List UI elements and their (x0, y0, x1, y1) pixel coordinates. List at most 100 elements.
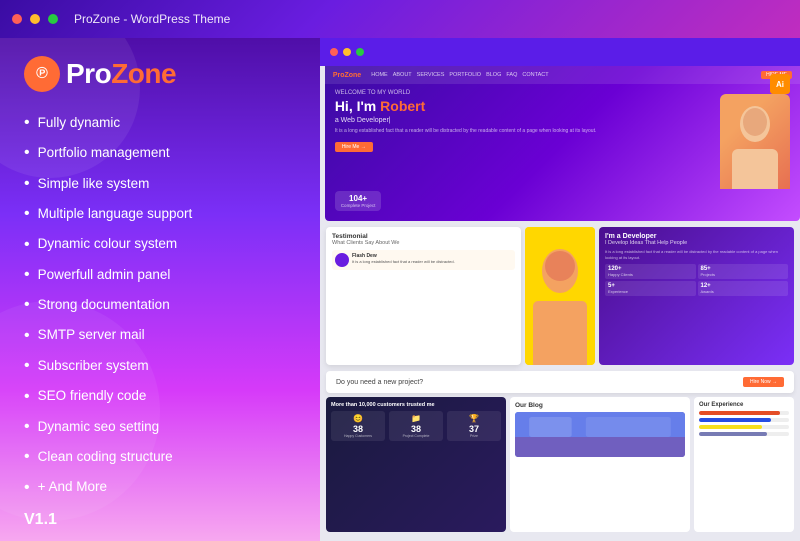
hero-section: ProZone HOME ABOUT SERVICES PORTFOLIO BL… (325, 66, 800, 221)
person-card (525, 227, 595, 365)
dev-stat-1: 85+ Projects (698, 264, 789, 279)
logo-area: ProZone (24, 56, 296, 92)
customer-stat-2: 🏆 37 Prize (447, 411, 501, 441)
person-image (720, 94, 790, 189)
project-cta-text: Do you need a new project? (336, 379, 423, 386)
blog-image (515, 412, 685, 457)
exp-fill-0 (699, 411, 780, 415)
person-face (720, 94, 790, 189)
project-cta-bar: Do you need a new project? Hire Now → (326, 371, 794, 393)
testimonial-item: Flash Dew It is a long established fact … (332, 250, 515, 270)
customer-icon-2: 🏆 (451, 414, 497, 423)
nav-home[interactable]: HOME (371, 72, 388, 78)
app-window: ProZone - WordPress Theme ProZone Fully … (0, 0, 800, 541)
list-item: Dynamic colour system (24, 230, 296, 260)
customer-label-1: Project Complete (393, 434, 439, 438)
window-titlebar: ProZone - WordPress Theme (0, 0, 800, 38)
list-item: Strong documentation (24, 290, 296, 320)
dev-card-title: I'm a Developer (605, 233, 788, 240)
list-item: Dynamic seo setting (24, 412, 296, 442)
hero-description: It is a long established fact that a rea… (335, 128, 714, 135)
nav-services[interactable]: SERVICES (417, 72, 445, 78)
exp-bar-2 (699, 425, 789, 429)
dev-stat-2: 5+ Experience (605, 281, 696, 296)
browser-min-dot (343, 48, 351, 56)
window-title: ProZone - WordPress Theme (74, 12, 230, 26)
exp-fill-2 (699, 425, 762, 429)
testimonial-heading: Testimonial (332, 233, 515, 240)
list-item: Portfolio management (24, 138, 296, 168)
avatar (335, 253, 349, 267)
dev-stats-grid: 120+ Happy Clients 85+ Projects 5+ Exper… (605, 264, 788, 296)
customer-stat-1: 📁 38 Project Complete (389, 411, 443, 441)
hero-text-block: WELCOME TO MY WORLD Hi, I'm Robert a Web… (335, 90, 714, 189)
dev-stat-0: 120+ Happy Clients (605, 264, 696, 279)
list-item: Clean coding structure (24, 442, 296, 472)
dev-card-subtitle: I Develop Ideas That Help People (605, 240, 788, 246)
hero-name: Robert (380, 98, 425, 114)
stat-num: 104+ (341, 194, 376, 203)
hero-title-prefix: Hi, I'm (335, 98, 380, 114)
browser-max-dot (356, 48, 364, 56)
version-badge: V1.1 (24, 511, 296, 529)
list-item: + And More (24, 473, 296, 503)
experience-title: Our Experience (699, 402, 789, 408)
customer-num-1: 38 (393, 424, 439, 434)
browser-close-dot (330, 48, 338, 56)
features-list: Fully dynamic Portfolio management Simpl… (24, 108, 296, 503)
right-panel: ProZone HOME ABOUT SERVICES PORTFOLIO BL… (320, 38, 800, 541)
dev-card-description: It is a long established fact that a rea… (605, 249, 788, 260)
customer-icon-0: 😊 (335, 414, 381, 423)
nav-faq[interactable]: FAQ (506, 72, 517, 78)
customer-label-2: Prize (451, 434, 497, 438)
person-svg (720, 94, 790, 189)
client-review: It is a long established fact that a rea… (352, 259, 455, 264)
preview-area: ProZone HOME ABOUT SERVICES PORTFOLIO BL… (320, 66, 800, 541)
blog-title: Our Blog (515, 402, 685, 409)
close-icon[interactable] (12, 14, 22, 24)
experience-card: Our Experience (694, 397, 794, 532)
client-info: Flash Dew It is a long established fact … (352, 253, 455, 264)
list-item: SEO friendly code (24, 382, 296, 412)
list-item: Fully dynamic (24, 108, 296, 138)
logo-icon (24, 56, 60, 92)
hero-heading: Hi, I'm Robert (335, 98, 714, 115)
maximize-icon[interactable] (48, 14, 58, 24)
hero-cta-button[interactable]: Hire Me → (335, 142, 373, 152)
hero-welcome: WELCOME TO MY WORLD (335, 90, 714, 96)
hero-stats: 104+ Complete Project (335, 191, 382, 211)
customer-num-0: 38 (335, 424, 381, 434)
hire-now-button[interactable]: Hire Now → (743, 377, 784, 387)
nav-portfolio[interactable]: PORTFOLIO (449, 72, 481, 78)
nav-about[interactable]: ABOUT (393, 72, 412, 78)
exp-fill-1 (699, 418, 771, 422)
nav-links: HOME ABOUT SERVICES PORTFOLIO BLOG FAQ C… (371, 72, 757, 78)
site-navbar: ProZone HOME ABOUT SERVICES PORTFOLIO BL… (325, 66, 800, 84)
dev-stat-3: 12+ Awards (698, 281, 789, 296)
list-item: Subscriber system (24, 351, 296, 381)
browser-chrome (320, 38, 800, 66)
hero-subtitle: a Web Developer| (335, 117, 714, 124)
logo-text: ProZone (66, 58, 176, 90)
stat-label: Complete Project (341, 203, 376, 208)
left-panel: ProZone Fully dynamic Portfolio manageme… (0, 38, 320, 541)
logo-pro: Pro (66, 58, 111, 89)
customer-icon-1: 📁 (393, 414, 439, 423)
hero-content: WELCOME TO MY WORLD Hi, I'm Robert a Web… (325, 84, 800, 195)
nav-contact[interactable]: CONTACT (522, 72, 548, 78)
list-item: Powerfull admin panel (24, 260, 296, 290)
customers-card: More than 10,000 customers trusted me 😊 … (326, 397, 506, 532)
customer-label-0: Happy Customers (335, 434, 381, 438)
developer-card: I'm a Developer I Develop Ideas That Hel… (599, 227, 794, 365)
testimonial-subtitle: What Clients Say About We (332, 240, 515, 246)
ai-icon: Ai (770, 74, 790, 94)
hero-right-area: Ai Ps Bs (720, 90, 790, 189)
list-item: Multiple language support (24, 199, 296, 229)
nav-blog[interactable]: BLOG (486, 72, 501, 78)
exp-fill-3 (699, 432, 767, 436)
minimize-icon[interactable] (30, 14, 40, 24)
main-layout: ProZone Fully dynamic Portfolio manageme… (0, 38, 800, 541)
customer-stat-0: 😊 38 Happy Customers (331, 411, 385, 441)
site-logo: ProZone (333, 72, 361, 79)
blog-card: Our Blog (510, 397, 690, 532)
